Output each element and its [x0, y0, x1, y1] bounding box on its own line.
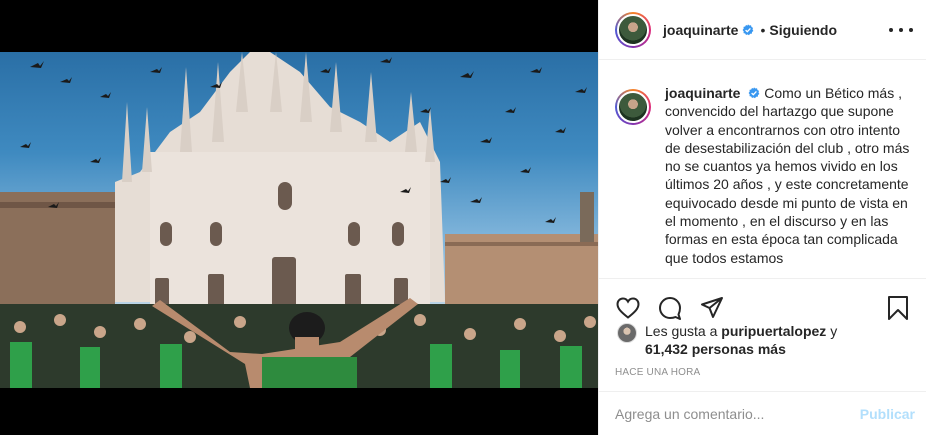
comment-bar: Agrega un comentario... Publicar: [599, 391, 926, 435]
post-header: joaquinarte • Siguiendo: [599, 0, 926, 60]
more-options-icon[interactable]: [889, 20, 913, 40]
likes-prefix: Les gusta a: [645, 323, 718, 339]
post-media[interactable]: [0, 0, 598, 435]
caption-avatar[interactable]: [615, 89, 651, 125]
likes-count[interactable]: 61,432 personas más: [645, 340, 837, 358]
liker-avatar[interactable]: [617, 323, 637, 343]
caption-text-block: joaquinarte Como un Bético más , convenc…: [665, 84, 911, 278]
following-button[interactable]: Siguiendo: [769, 22, 837, 38]
bookmark-icon[interactable]: [885, 295, 911, 321]
liker-username[interactable]: puripuertalopez: [721, 323, 826, 339]
action-bar: [599, 278, 926, 326]
separator-dot: •: [760, 21, 766, 38]
post-caption: joaquinarte Como un Bético más , convenc…: [599, 60, 926, 278]
post-photo[interactable]: [0, 52, 598, 388]
verified-badge-icon: [743, 23, 754, 35]
comment-bubble-icon[interactable]: [657, 295, 683, 321]
author-avatar[interactable]: [615, 11, 651, 48]
likes-and: y: [830, 323, 838, 339]
likes-text: Les gusta a puripuertalopez y 61,432 per…: [645, 322, 837, 358]
heart-icon[interactable]: [615, 295, 641, 321]
verified-badge-icon: [748, 87, 760, 99]
paper-plane-icon[interactable]: [699, 295, 725, 321]
post-timestamp[interactable]: HACE UNA HORA: [615, 367, 700, 378]
post-sidebar: joaquinarte • Siguiendo joaquinarte Como…: [598, 0, 926, 435]
comment-input[interactable]: Agrega un comentario...: [615, 406, 860, 422]
caption-body: Como un Bético más , convencido del hart…: [665, 85, 910, 266]
caption-username[interactable]: joaquinarte: [665, 85, 740, 101]
likes-summary: Les gusta a puripuertalopez y 61,432 per…: [617, 322, 917, 358]
cathedral-crowd-photo: [0, 52, 598, 388]
author-username[interactable]: joaquinarte: [663, 22, 738, 38]
publish-button[interactable]: Publicar: [860, 406, 915, 422]
